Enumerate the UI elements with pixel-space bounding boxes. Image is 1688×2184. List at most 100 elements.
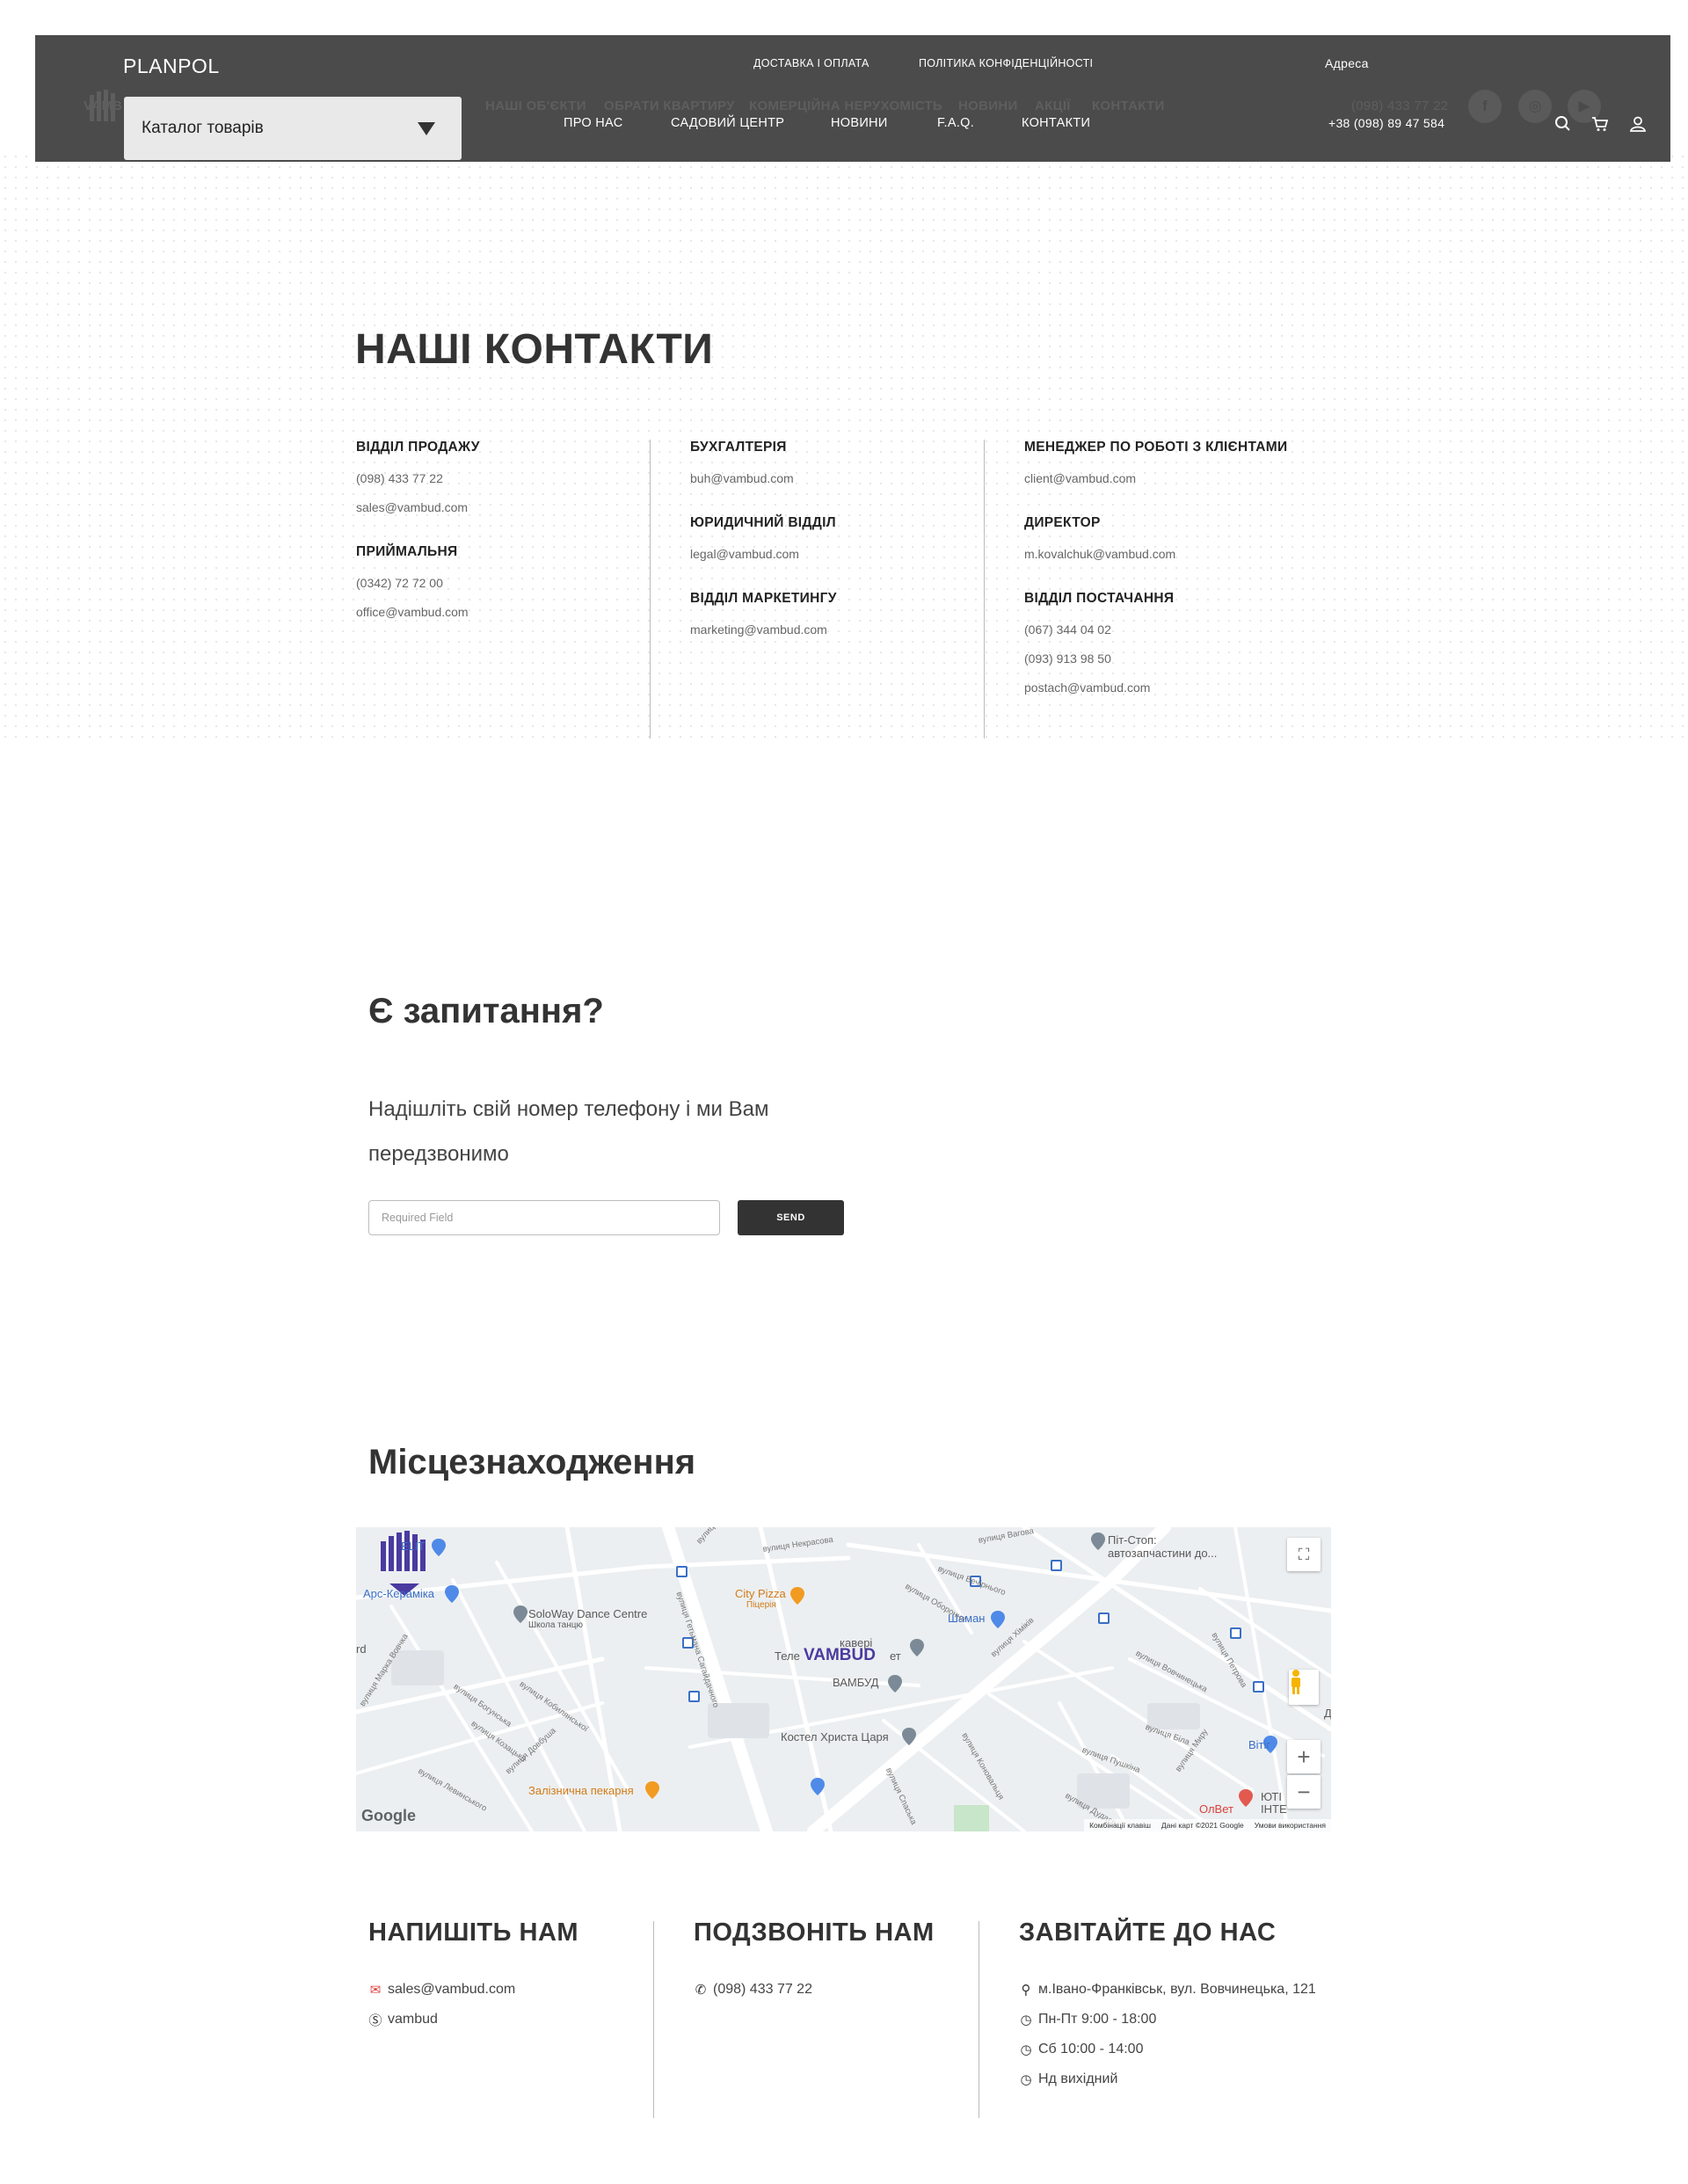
footer-hours-text: Нд вихідний [1038,2071,1118,2086]
question-text: Надішліть свій номер телефону і ми Вам п… [368,1097,769,1166]
background-logo-text: VAMB [84,98,123,113]
search-icon[interactable] [1553,114,1573,134]
footer-visit: ЗАВІТАЙТЕ ДО НАС ⚲ м.Івано-Франківськ, ву… [1019,1918,1316,2094]
nav-garden-center[interactable]: САДОВИЙ ЦЕНТР [671,116,784,130]
map-label-inte: ІНТЕ [1261,1802,1287,1816]
church-pin-icon [902,1728,916,1745]
background-nav-item: КОМЕРЦІЙНА НЕРУХОМІСТЬ [749,98,942,113]
pegman-icon[interactable] [1289,1670,1319,1705]
page-title: НАШІ КОНТАКТИ [355,326,714,373]
map[interactable]: VAMBUD ELIT Арс-Кераміка SoloWay Dance C… [356,1527,1331,1831]
zoom-out-button[interactable]: − [1287,1775,1321,1809]
footer-phone-text[interactable]: (098) 433 77 22 [713,1982,812,1998]
skype-icon: Ⓢ [368,2013,382,2028]
contact-email[interactable]: marketing@vambud.com [690,622,989,640]
contact-section: ВІДДІЛ ПРОДАЖУ (098) 433 77 22 sales@vam… [356,440,655,518]
address-link[interactable]: Адреса [1325,56,1369,70]
contact-phone[interactable]: (0342) 72 72 00 [356,576,655,593]
contact-section: ВІДДІЛ МАРКЕТИНГУ marketing@vambud.com [690,591,989,640]
map-footer-shortcuts[interactable]: Комбінації клавіш [1089,1821,1151,1830]
section-title: ВІДДІЛ ПРОДАЖУ [356,440,480,455]
map-label-et: ет [890,1649,901,1663]
cart-icon[interactable] [1590,114,1610,134]
phone-icon: ✆ [695,1983,707,1998]
section-title: МЕНЕДЖЕР ПО РОБОТІ З КЛІЄНТАМИ [1024,440,1288,455]
phone-input[interactable] [368,1200,720,1235]
footer-address: ⚲ м.Івано-Франківськ, вул. Вовчинецька, 1… [1019,1975,1316,2005]
contact-email[interactable]: buh@vambud.com [690,471,989,489]
contact-section: ПРИЙМАЛЬНЯ (0342) 72 72 00 office@vambud… [356,544,655,622]
nav-faq[interactable]: F.A.Q. [937,116,974,130]
footer-hours: ◷ Пн-Пт 9:00 - 18:00 [1019,2005,1316,2035]
map-label-ars: Арс-Кераміка [363,1587,435,1600]
footer-email-text[interactable]: sales@vambud.com [388,1982,515,1998]
footer-skype[interactable]: Ⓢvambud [368,2005,578,2035]
footer-hours: ◷ Сб 10:00 - 14:00 [1019,2035,1316,2064]
send-button[interactable]: SEND [738,1200,844,1235]
map-label-pit-stop: Піт-Стоп: [1108,1533,1157,1547]
top-link-delivery[interactable]: ДОСТАВКА І ОПЛАТА [753,57,869,69]
instagram-icon: ◎ [1518,90,1552,123]
background-phone: (098) 433 77 22 [1351,98,1449,113]
contact-email[interactable]: legal@vambud.com [690,547,989,564]
background-nav-item: КОНТАКТИ [1092,98,1165,113]
map-footer-terms[interactable]: Умови використання [1255,1821,1326,1830]
user-icon[interactable] [1628,114,1648,134]
clock-icon: ◷ [1020,2042,1032,2057]
footer-hours-text: Пн-Пт 9:00 - 18:00 [1038,2012,1157,2027]
place-pin-icon [513,1605,528,1623]
map-label-vambud: ВАМБУД [833,1676,879,1689]
map-marker-icon: ⚲ [1021,1983,1031,1998]
footer-hours: ◷ Нд вихідний [1019,2064,1316,2094]
contact-email[interactable]: office@vambud.com [356,605,655,622]
nav-news[interactable]: НОВИНИ [831,116,888,130]
background-nav-item: АКЦІЇ [1035,98,1071,113]
chevron-down-icon [418,122,435,135]
footer-visit-title: ЗАВІТАЙТЕ ДО НАС [1019,1918,1277,1947]
site-header: VAMB НАШІ ОБ'ЄКТИ ОБРАТИ КВАРТИРУ КОМЕРЦ… [35,35,1670,162]
shop-pin-icon [991,1611,1005,1628]
map-footer-data: Дані карт ©2021 Google [1160,1821,1244,1830]
contact-email[interactable]: sales@vambud.com [356,500,655,518]
bus-stop-icon [1098,1613,1110,1624]
brand-logo[interactable]: PLANPOL [123,55,220,78]
map-label-tele: Теле [775,1649,800,1663]
footer-skype-text[interactable]: vambud [388,2012,438,2027]
shop-pin-icon [432,1539,446,1556]
contact-email[interactable]: client@vambud.com [1024,471,1341,489]
contact-email[interactable]: m.kovalchuk@vambud.com [1024,547,1341,564]
contacts-column: БУХГАЛТЕРІЯ buh@vambud.com ЮРИДИЧНИЙ ВІД… [690,440,989,666]
restaurant-pin-icon [790,1587,804,1605]
contact-section: МЕНЕДЖЕР ПО РОБОТІ З КЛІЄНТАМИ client@va… [1024,440,1341,489]
background-nav-item: ОБРАТИ КВАРТИРУ [604,98,735,113]
contact-section: БУХГАЛТЕРІЯ buh@vambud.com [690,440,989,489]
contact-phone[interactable]: (098) 433 77 22 [356,471,655,489]
fullscreen-icon[interactable]: ⛶ [1287,1538,1321,1571]
contact-email[interactable]: postach@vambud.com [1024,681,1341,698]
nav-contacts[interactable]: КОНТАКТИ [1022,116,1090,130]
map-label-soloway: SoloWay Dance Centre [528,1607,648,1620]
footer-email[interactable]: ✉ sales@vambud.com [368,1975,578,2005]
map-label-yuti: ЮТІ [1261,1790,1282,1803]
top-link-privacy[interactable]: ПОЛІТИКА КОНФІДЕНЦІЙНОСТІ [919,57,1093,69]
column-divider [984,440,985,739]
clock-icon: ◷ [1020,2072,1032,2087]
nav-about[interactable]: ПРО НАС [564,116,622,130]
footer-phone[interactable]: ✆ (098) 433 77 22 [694,1975,935,2005]
contact-phone[interactable]: (093) 913 98 50 [1024,652,1341,669]
google-logo: Google [361,1807,416,1824]
map-label-olvet: ОлВет [1199,1802,1233,1816]
header-phone[interactable]: +38 (098) 89 47 584 [1328,116,1444,130]
section-title: ВІДДІЛ МАРКЕТИНГУ [690,591,837,606]
contact-section: ЮРИДИЧНИЙ ВІДДІЛ legal@vambud.com [690,515,989,564]
catalog-dropdown[interactable]: Каталог товарів [124,97,462,160]
clock-icon: ◷ [1020,2013,1032,2027]
contact-phone[interactable]: (067) 344 04 02 [1024,622,1341,640]
map-label-kostel: Костел Христа Царя [781,1730,889,1744]
bus-stop-icon [1253,1681,1264,1693]
footer-call-title: ПОДЗВОНІТЬ НАМ [694,1918,935,1947]
catalog-label: Каталог товарів [142,119,264,137]
zoom-in-button[interactable]: + [1287,1740,1321,1773]
map-label-rd: rd [356,1642,367,1656]
map-label-soloway-sub: Школа танцю [528,1620,583,1630]
